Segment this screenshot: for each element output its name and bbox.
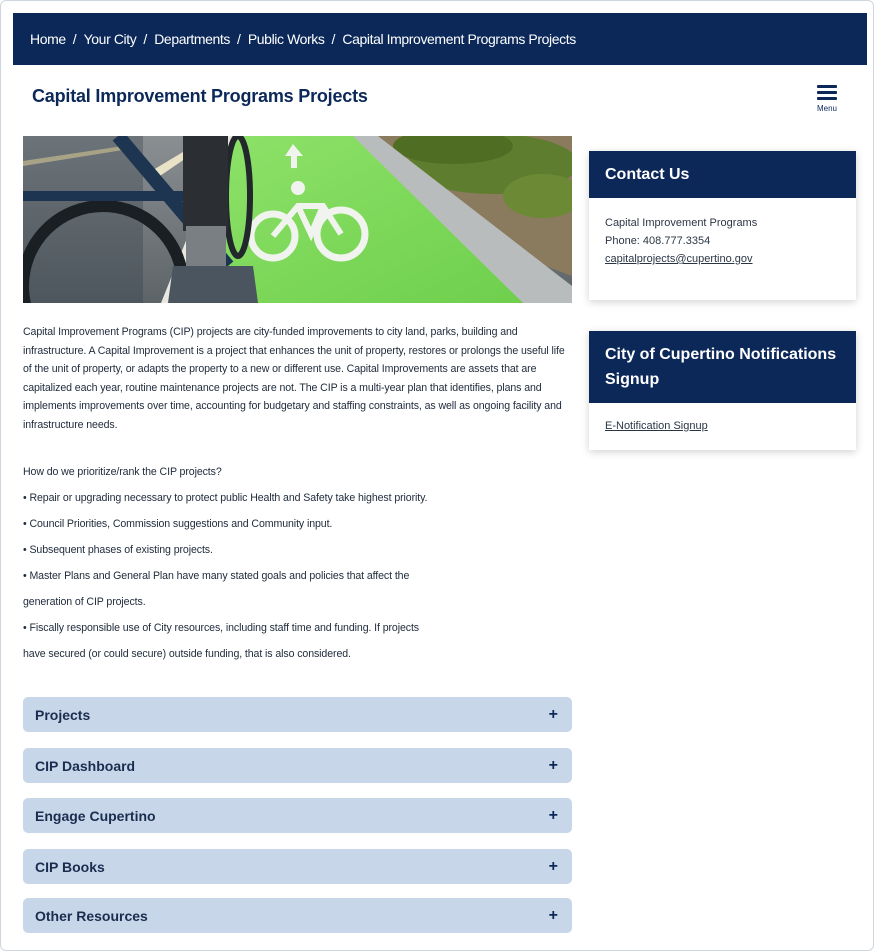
notifications-card: City of Cupertino Notifications Signup E… — [589, 331, 856, 450]
priority-list: How do we prioritize/rank the CIP projec… — [23, 463, 572, 671]
accordion-label: Engage Cupertino — [35, 807, 156, 824]
breadcrumb-current-page[interactable]: Capital Improvement Programs Projects — [342, 31, 576, 47]
notifications-card-heading: City of Cupertino Notifications Signup — [589, 331, 856, 403]
accordion-label: Projects — [35, 706, 91, 723]
breadcrumb: Home / Your City / Departments / Public … — [13, 13, 867, 65]
accordion-projects[interactable]: Projects + — [23, 697, 572, 732]
breadcrumb-separator: / — [236, 31, 241, 47]
contact-card-body: Capital Improvement Programs Phone: 408.… — [589, 198, 856, 284]
breadcrumb-separator: / — [72, 31, 77, 47]
priority-item: • Repair or upgrading necessary to prote… — [23, 492, 428, 504]
accordion-other-resources[interactable]: Other Resources + — [23, 898, 572, 933]
contact-name: Capital Improvement Programs — [605, 217, 758, 229]
accordion-cip-dashboard[interactable]: CIP Dashboard + — [23, 748, 572, 783]
menu-label: Menu — [816, 104, 837, 113]
accordion-cip-books[interactable]: CIP Books + — [23, 849, 572, 884]
priority-item: • Council Priorities, Commission suggest… — [23, 518, 333, 530]
plus-icon[interactable]: + — [549, 706, 558, 724]
accordion-label: CIP Books — [35, 858, 105, 875]
plus-icon[interactable]: + — [549, 907, 558, 925]
priority-item-continued: generation of CIP projects. — [23, 596, 146, 608]
contact-card: Contact Us Capital Improvement Programs … — [589, 151, 856, 300]
accordion-label: CIP Dashboard — [35, 757, 136, 774]
breadcrumb-departments[interactable]: Departments — [154, 31, 230, 47]
page-frame: Home / Your City / Departments / Public … — [0, 0, 874, 951]
breadcrumb-your-city[interactable]: Your City — [84, 31, 137, 47]
hero-image-bike-lane — [23, 136, 572, 303]
breadcrumb-public-works[interactable]: Public Works — [248, 31, 325, 47]
priority-item-continued: have secured (or could secure) outside f… — [23, 648, 351, 660]
contact-card-heading: Contact Us — [589, 151, 856, 198]
plus-icon[interactable]: + — [549, 858, 558, 876]
notifications-card-body: E-Notification Signup — [589, 403, 856, 451]
accordion-label: Other Resources — [35, 907, 148, 924]
breadcrumb-separator: / — [143, 31, 148, 47]
intro-paragraph: Capital Improvement Programs (CIP) proje… — [23, 326, 565, 431]
hamburger-icon — [817, 85, 837, 103]
accordion-engage-cupertino[interactable]: Engage Cupertino + — [23, 798, 572, 833]
page-title: Capital Improvement Programs Projects — [32, 86, 368, 106]
breadcrumb-separator: / — [331, 31, 336, 47]
contact-phone: Phone: 408.777.3354 — [605, 235, 711, 247]
priority-item: • Master Plans and General Plan have man… — [23, 570, 410, 582]
breadcrumb-home[interactable]: Home — [30, 31, 66, 47]
priority-heading: How do we prioritize/rank the CIP projec… — [23, 466, 222, 478]
plus-icon[interactable]: + — [549, 807, 558, 825]
plus-icon[interactable]: + — [549, 757, 558, 775]
priority-item: • Fiscally responsible use of City resou… — [23, 622, 419, 634]
contact-email-link[interactable]: capitalprojects@cupertino.gov — [605, 253, 753, 265]
menu-button[interactable]: Menu — [809, 85, 845, 121]
priority-item: • Subsequent phases of existing projects… — [23, 544, 213, 556]
e-notification-signup-link[interactable]: E-Notification Signup — [605, 420, 708, 432]
